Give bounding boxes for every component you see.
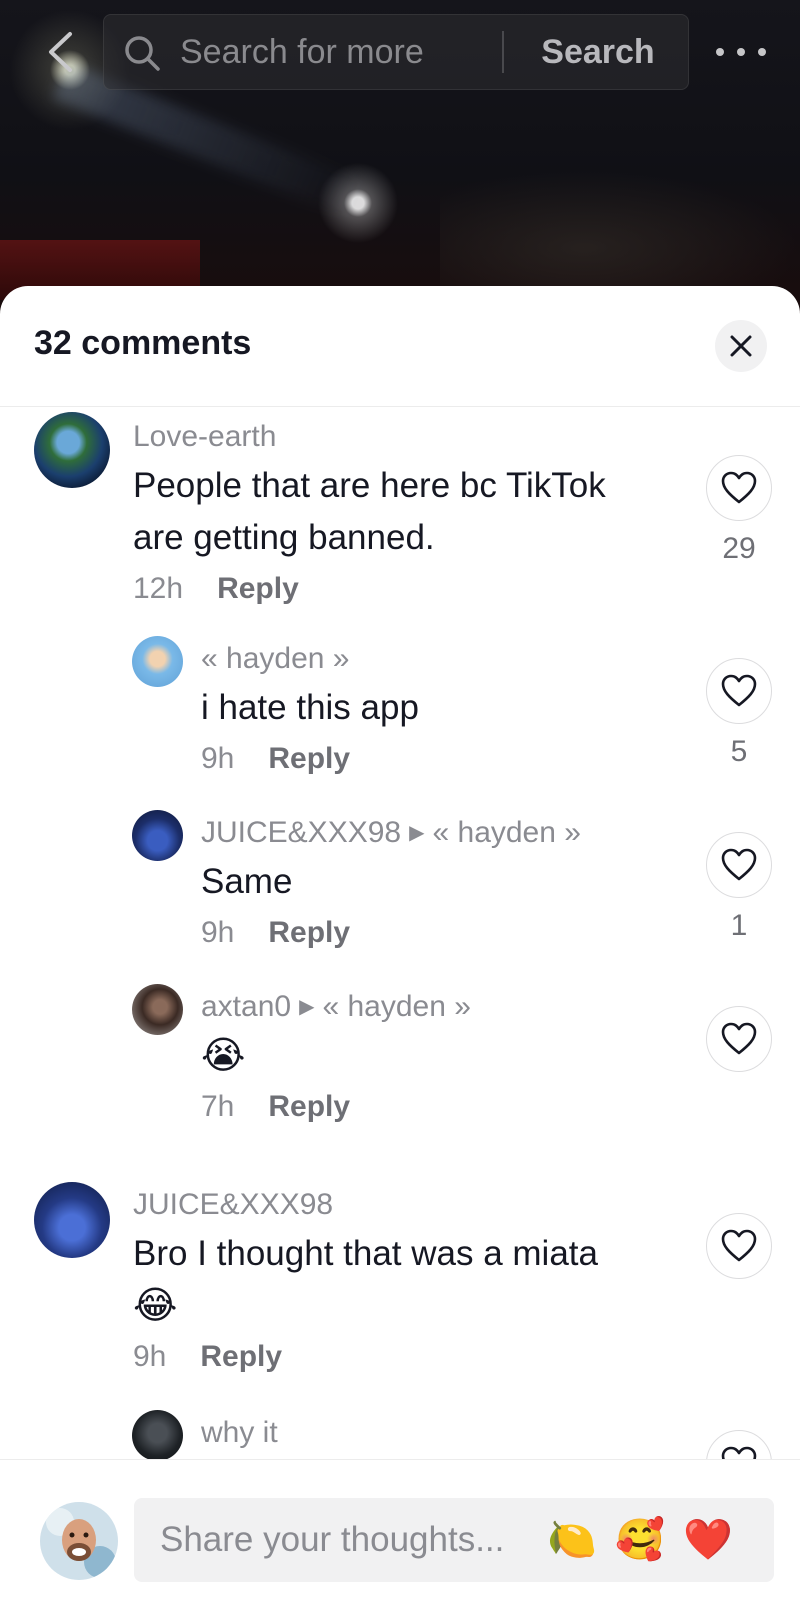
reply-button[interactable]: Reply: [217, 572, 299, 605]
comment-text: i hate this app: [201, 688, 419, 727]
reply-button[interactable]: Reply: [200, 1340, 282, 1373]
comment-reply-item: axtan0 ▶ « hayden » 😭 7h Reply: [0, 984, 800, 1144]
heart-outline-icon: [721, 1229, 757, 1262]
avatar[interactable]: [132, 810, 183, 861]
heart-outline-icon: [721, 471, 757, 504]
avatar[interactable]: [132, 636, 183, 687]
back-button[interactable]: [40, 30, 80, 74]
search-divider: [502, 31, 504, 73]
comment-text: Same: [201, 862, 293, 901]
comment-meta: 7h Reply: [201, 1090, 350, 1124]
comment-username[interactable]: « hayden »: [201, 642, 349, 676]
like-button[interactable]: [706, 1213, 772, 1279]
chevron-left-icon: [49, 32, 72, 72]
heart-outline-icon: [721, 848, 757, 881]
comment-time: 9h: [201, 916, 235, 949]
comment-meta: 9h Reply: [201, 742, 350, 776]
comment-item: JUICE&XXX98 Bro I thought that was a mia…: [0, 1182, 800, 1392]
like-count: 29: [722, 532, 756, 565]
search-button[interactable]: Search: [518, 15, 678, 89]
comment-username[interactable]: why it: [201, 1416, 278, 1450]
comment-meta: 9h Reply: [133, 1340, 282, 1374]
comment-text: Bro I thought that was a miata 😂: [133, 1234, 598, 1327]
reply-button[interactable]: Reply: [268, 1090, 350, 1123]
comment-item: Love-earth People that are here bc TikTo…: [0, 410, 800, 620]
search-box[interactable]: Search for more Search: [103, 14, 689, 90]
avatar[interactable]: [34, 412, 110, 488]
user-avatar-image: [40, 1502, 118, 1580]
search-icon: [125, 36, 160, 71]
quick-emoji-heart[interactable]: ❤️: [680, 1512, 736, 1568]
comment-username[interactable]: axtan0 ▶ « hayden »: [201, 990, 471, 1024]
comment-meta: 9h Reply: [201, 916, 350, 950]
heart-outline-icon: [721, 674, 757, 707]
avatar[interactable]: [132, 984, 183, 1035]
close-button[interactable]: [715, 320, 767, 372]
top-bar: Search for more Search: [0, 0, 800, 100]
comment-time: 7h: [201, 1090, 235, 1123]
comment-username[interactable]: JUICE&XXX98 ▶ « hayden »: [201, 816, 581, 850]
comment-composer: Share your thoughts... 🍋 🥰 ❤️: [0, 1459, 800, 1618]
heart-outline-icon: [721, 1022, 757, 1055]
like-button[interactable]: [706, 455, 772, 521]
comment-username[interactable]: JUICE&XXX98: [133, 1188, 333, 1222]
like-button[interactable]: [706, 1006, 772, 1072]
comment-time: 9h: [133, 1340, 167, 1373]
comment-reply-item: JUICE&XXX98 ▶ « hayden » Same 9h Reply 1: [0, 810, 800, 970]
comments-count-title: 32 comments: [34, 324, 252, 362]
trees-silhouette: [440, 170, 800, 300]
comment-meta: 12h Reply: [133, 572, 299, 606]
comments-sheet: 32 comments Love-earth People that are h…: [0, 286, 800, 1617]
comment-input[interactable]: Share your thoughts... 🍋 🥰 ❤️: [134, 1498, 774, 1582]
user-avatar[interactable]: [40, 1502, 118, 1580]
comment-username[interactable]: Love-earth: [133, 420, 276, 454]
comment-text: People that are here bc TikTok are getti…: [133, 466, 606, 557]
comment-reply-item: « hayden » i hate this app 9h Reply 5: [0, 636, 800, 796]
like-button[interactable]: [706, 832, 772, 898]
reply-arrow-icon: ▶: [299, 996, 315, 1018]
close-icon: [730, 335, 752, 357]
reply-button[interactable]: Reply: [268, 742, 350, 775]
like-count: 1: [730, 909, 748, 942]
reply-button[interactable]: Reply: [268, 916, 350, 949]
reply-arrow-icon: ▶: [409, 822, 425, 844]
more-options-button[interactable]: [716, 40, 766, 64]
avatar[interactable]: [132, 1410, 183, 1461]
like-button[interactable]: [706, 658, 772, 724]
more-horizontal-icon: [716, 48, 724, 56]
comment-time: 9h: [201, 742, 235, 775]
search-input[interactable]: Search for more: [180, 15, 424, 89]
comment-input-placeholder: Share your thoughts...: [160, 1520, 505, 1559]
avatar[interactable]: [34, 1182, 110, 1258]
quick-emoji-smiling-hearts[interactable]: 🥰: [612, 1512, 668, 1568]
comment-time: 12h: [133, 572, 184, 605]
sheet-header: 32 comments: [0, 286, 800, 407]
comment-text: 😭: [201, 1035, 246, 1077]
quick-emoji-lemon[interactable]: 🍋: [544, 1512, 600, 1568]
like-count: 5: [730, 735, 748, 768]
